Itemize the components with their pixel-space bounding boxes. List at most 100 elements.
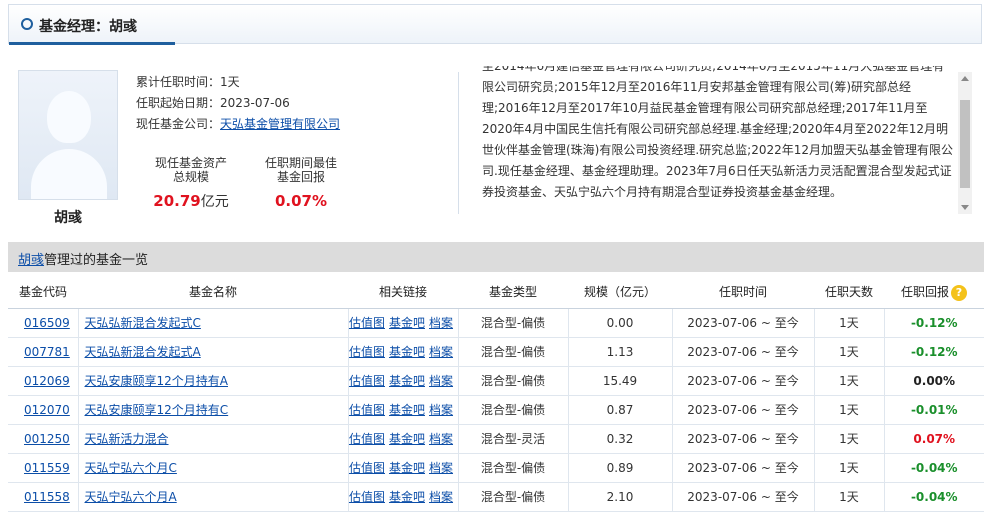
- fund-forum-link[interactable]: 基金吧: [389, 432, 425, 446]
- tenure-days-cell: 1天: [814, 308, 885, 338]
- avatar-body-shape: [31, 149, 107, 199]
- table-row: 011558 天弘宁弘六个月A 估值图 基金吧 档案 混合型-偏债 2.10 2023-07-…: [8, 482, 984, 512]
- best-return-label-line2: 基金回报: [276, 170, 325, 184]
- related-links-cell: 估值图 基金吧 档案: [348, 366, 459, 396]
- tenure-return-cell: -0.04%: [884, 453, 984, 483]
- fund-type-cell: 混合型-偏债: [458, 366, 569, 396]
- fund-type-cell: 混合型-偏债: [458, 395, 569, 425]
- column-header-label: 任职天数: [824, 285, 873, 300]
- fund-name-link[interactable]: 天弘安康颐享12个月持有C: [85, 403, 229, 417]
- fund-code-cell: 011559: [8, 453, 79, 483]
- fund-profile-link[interactable]: 档案: [429, 374, 453, 388]
- best-return-stat: 任职期间最佳 基金回报 0.07%: [256, 156, 346, 210]
- tenure-period-cell: 2023-07-06 ~ 至今: [672, 482, 815, 512]
- tenure-return-cell: 0.00%: [884, 366, 984, 396]
- valuation-chart-link[interactable]: 估值图: [349, 461, 385, 475]
- fund-list-header: 胡彧管理过的基金一览: [8, 242, 984, 272]
- scroll-down-icon[interactable]: [961, 205, 969, 210]
- related-links-cell: 估值图 基金吧 档案: [348, 395, 459, 425]
- divider: [458, 72, 459, 214]
- fund-name-link[interactable]: 天弘弘新混合发起式A: [85, 345, 201, 359]
- fund-name-cell: 天弘弘新混合发起式A: [78, 337, 349, 367]
- fund-name-cell: 天弘安康颐享12个月持有C: [78, 395, 349, 425]
- start-date-row: 任职起始日期：2023-07-06: [136, 93, 340, 114]
- tenure-days-cell: 1天: [814, 453, 885, 483]
- fund-code-cell: 007781: [8, 337, 79, 367]
- fund-code-link[interactable]: 012070: [24, 403, 70, 417]
- fund-profile-link[interactable]: 档案: [429, 432, 453, 446]
- aum-stat: 现任基金资产 总规模 20.79亿元: [146, 156, 236, 211]
- table-row: 001250 天弘新活力混合 估值图 基金吧 档案 混合型-灵活 0.32 2023-07-0…: [8, 424, 984, 454]
- circle-icon: [21, 18, 33, 30]
- aum-label-line2: 总规模: [172, 170, 209, 184]
- fund-profile-link[interactable]: 档案: [429, 461, 453, 475]
- tenure-period-cell: 2023-07-06 ~ 至今: [672, 424, 815, 454]
- column-header: 任职时间: [672, 276, 814, 309]
- fund-profile-link[interactable]: 档案: [429, 490, 453, 504]
- fund-code-cell: 012069: [8, 366, 79, 396]
- fund-code-link[interactable]: 011558: [24, 490, 70, 504]
- fund-code-link[interactable]: 016509: [24, 316, 70, 330]
- fund-code-cell: 011558: [8, 482, 79, 512]
- aum-value-wrap: 20.79亿元: [146, 192, 236, 211]
- fund-name-cell: 天弘安康颐享12个月持有A: [78, 366, 349, 396]
- fund-forum-link[interactable]: 基金吧: [389, 374, 425, 388]
- fund-code-cell: 001250: [8, 424, 79, 454]
- fund-name-link[interactable]: 天弘新活力混合: [85, 432, 169, 446]
- fund-profile-link[interactable]: 档案: [429, 345, 453, 359]
- related-links-cell: 估值图 基金吧 档案: [348, 482, 459, 512]
- valuation-chart-link[interactable]: 估值图: [349, 374, 385, 388]
- title-underline: [9, 42, 175, 45]
- table-header-row: 基金代码 基金名称 相关链接 基金类型 规模（亿元） 任职时间 任职天数 任职回报?: [8, 276, 984, 309]
- tenure-return-cell: -0.12%: [884, 337, 984, 367]
- tenure-return-cell: -0.12%: [884, 308, 984, 338]
- valuation-chart-link[interactable]: 估值图: [349, 490, 385, 504]
- related-links-cell: 估值图 基金吧 档案: [348, 424, 459, 454]
- column-header: 任职天数: [814, 276, 884, 309]
- fund-forum-link[interactable]: 基金吧: [389, 345, 425, 359]
- scroll-up-icon[interactable]: [961, 76, 969, 81]
- fund-code-link[interactable]: 001250: [24, 432, 70, 446]
- related-links-cell: 估值图 基金吧 档案: [348, 308, 459, 338]
- column-header-label: 基金代码: [18, 285, 67, 300]
- fund-name-link[interactable]: 天弘安康颐享12个月持有A: [85, 374, 228, 388]
- valuation-chart-link[interactable]: 估值图: [349, 316, 385, 330]
- avatar: [18, 70, 118, 200]
- fund-forum-link[interactable]: 基金吧: [389, 461, 425, 475]
- valuation-chart-link[interactable]: 估值图: [349, 403, 385, 417]
- fund-name-link[interactable]: 天弘宁弘六个月C: [85, 461, 177, 475]
- fund-name-cell: 天弘宁弘六个月C: [78, 453, 349, 483]
- scroll-thumb[interactable]: [960, 100, 970, 188]
- table-row: 011559 天弘宁弘六个月C 估值图 基金吧 档案 混合型-偏债 0.89 2023-07-…: [8, 453, 984, 483]
- fund-profile-link[interactable]: 档案: [429, 403, 453, 417]
- fund-name-link[interactable]: 天弘宁弘六个月A: [85, 490, 177, 504]
- fund-size-cell: 1.13: [568, 337, 673, 367]
- column-header-label: 相关链接: [378, 285, 427, 300]
- fund-profile-link[interactable]: 档案: [429, 316, 453, 330]
- fund-type-cell: 混合型-偏债: [458, 482, 569, 512]
- valuation-chart-link[interactable]: 估值图: [349, 345, 385, 359]
- bio-scrollbar[interactable]: [958, 72, 972, 214]
- company-link[interactable]: 天弘基金管理有限公司: [220, 117, 340, 131]
- fund-forum-link[interactable]: 基金吧: [389, 490, 425, 504]
- column-header: 规模（亿元）: [568, 276, 672, 309]
- aum-value: 20.79: [153, 192, 201, 210]
- tenure-days-cell: 1天: [814, 482, 885, 512]
- fund-forum-link[interactable]: 基金吧: [389, 316, 425, 330]
- fund-type-cell: 混合型-偏债: [458, 453, 569, 483]
- tenure-days-cell: 1天: [814, 337, 885, 367]
- help-icon[interactable]: ?: [951, 284, 967, 301]
- fund-code-link[interactable]: 011559: [24, 461, 70, 475]
- column-header: 任职回报?: [884, 276, 984, 309]
- fund-forum-link[interactable]: 基金吧: [389, 403, 425, 417]
- fund-list-manager-link[interactable]: 胡彧: [18, 253, 44, 268]
- fund-code-link[interactable]: 012069: [24, 374, 70, 388]
- tenure-value: 1天: [220, 75, 240, 89]
- column-header-label: 基金名称: [188, 285, 237, 300]
- manager-bio[interactable]: 至2014年6月建信基金管理有限公司研究员;2014年6月至2015年11月大弘…: [482, 66, 954, 216]
- fund-name-cell: 天弘宁弘六个月A: [78, 482, 349, 512]
- fund-name-link[interactable]: 天弘弘新混合发起式C: [85, 316, 201, 330]
- valuation-chart-link[interactable]: 估值图: [349, 432, 385, 446]
- fund-code-link[interactable]: 007781: [24, 345, 70, 359]
- aum-unit: 亿元: [200, 194, 229, 210]
